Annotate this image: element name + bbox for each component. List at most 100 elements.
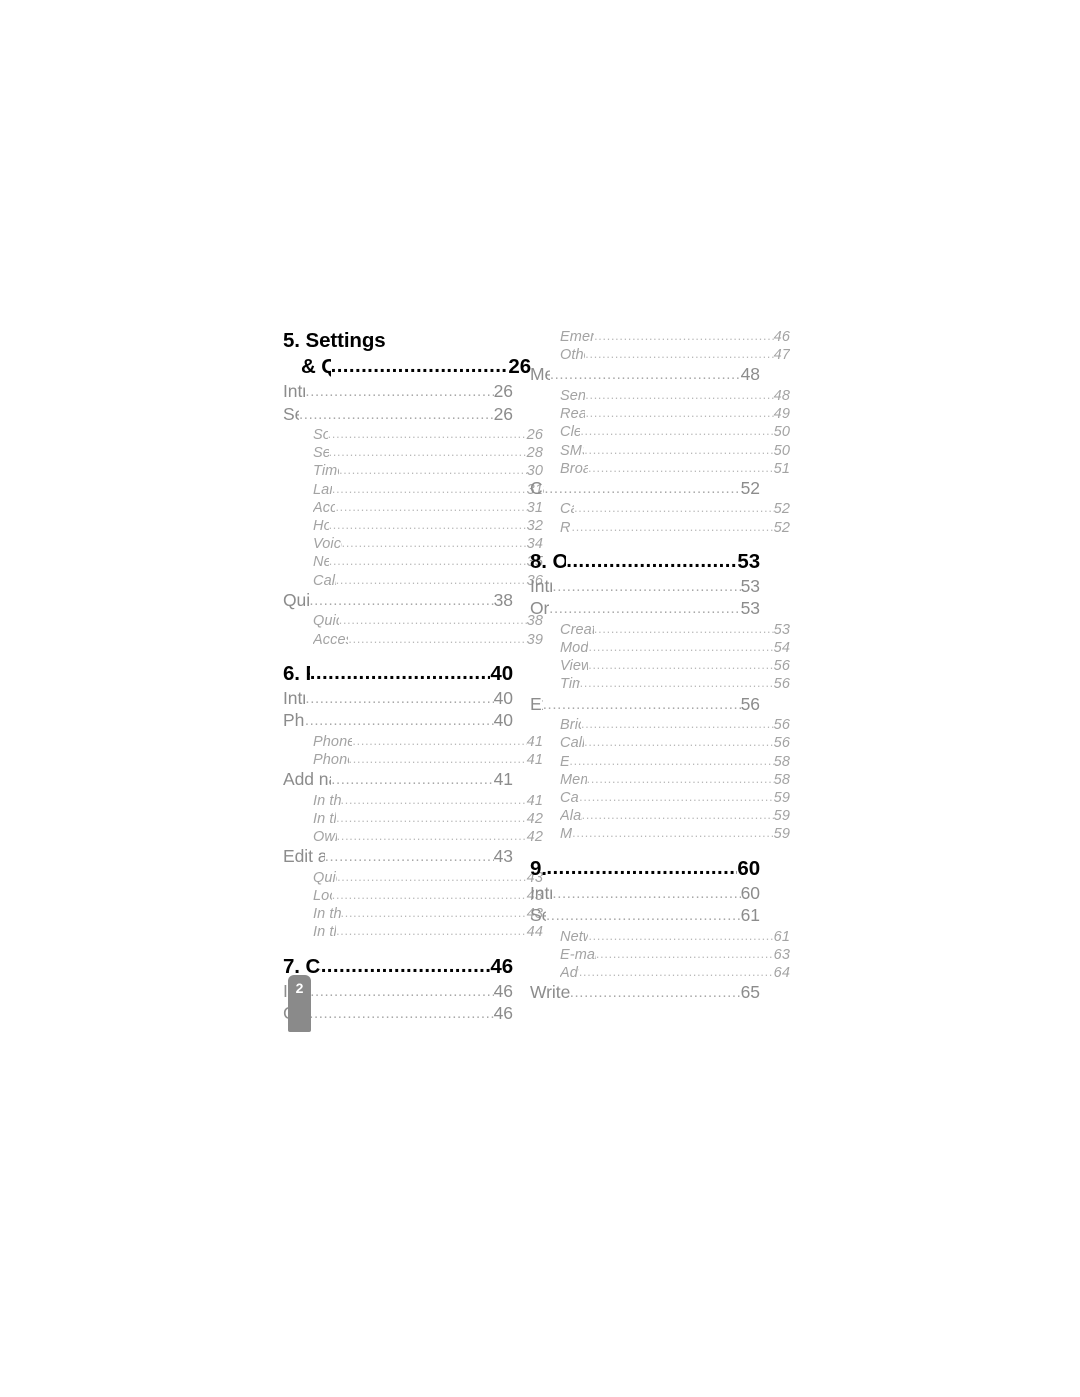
toc-entry-level-1[interactable]: Introduction............................… <box>530 883 760 906</box>
toc-entry-level-2[interactable]: Sounds..................................… <box>283 426 543 444</box>
toc-entry-page-number: 60 <box>737 856 760 880</box>
toc-entry-level-0[interactable]: 8. Organiser & Extras...................… <box>530 549 760 575</box>
toc-entry-level-2[interactable]: Phonebook in phone......................… <box>283 751 543 769</box>
toc-entry-page-number: 47 <box>773 347 790 364</box>
toc-entry-level-2[interactable]: Call counters...........................… <box>530 734 790 752</box>
toc-entry-level-1[interactable]: Quick settings..........................… <box>283 590 513 613</box>
toc-entry-label: SMS settings <box>560 442 584 459</box>
toc-entry-level-2[interactable]: Call settings...........................… <box>283 572 543 590</box>
toc-leader-dots: ........................................… <box>348 631 526 646</box>
toc-entry-level-1[interactable]: Extras..................................… <box>530 694 760 717</box>
toc-entry-level-2[interactable]: Euro....................................… <box>530 753 790 771</box>
toc-entry-level-2[interactable]: Memory status...........................… <box>530 771 790 789</box>
toc-entry-level-2[interactable]: In the SIM card.........................… <box>283 905 543 923</box>
toc-entry-level-2[interactable]: Brick game..............................… <box>530 716 790 734</box>
toc-entry-level-1[interactable]: Messages................................… <box>530 364 760 387</box>
toc-entry-level-2[interactable]: Own number..............................… <box>283 828 543 846</box>
toc-entry-label: E-mail server access <box>560 946 596 963</box>
toc-entry-level-2[interactable]: Call list...............................… <box>530 500 790 518</box>
toc-entry-label: 9. E-mail <box>530 856 547 880</box>
toc-entry-level-1[interactable]: Settings................................… <box>283 404 513 427</box>
toc-entry-label: & Quick Settings <box>301 355 331 378</box>
toc-entry-level-0-continuation[interactable]: & Quick Settings........................… <box>283 354 531 380</box>
toc-entry-level-2[interactable]: Read an SMS.............................… <box>530 405 790 423</box>
toc-entry-level-2[interactable]: Accessories settings....................… <box>283 631 543 649</box>
toc-entry-level-2[interactable]: Accessories.............................… <box>283 499 543 517</box>
toc-leader-dots: ........................................… <box>340 906 527 921</box>
toc-entry-level-2[interactable]: Views of events.........................… <box>530 657 790 675</box>
toc-entry-page-number: 50 <box>773 442 790 459</box>
toc-entry-level-2[interactable]: Quick settings..........................… <box>283 612 543 630</box>
toc-entry-label: Phonebook in phone <box>313 751 349 768</box>
toc-entry-level-0[interactable]: 7. Calls and messages...................… <box>283 954 513 980</box>
toc-leader-dots: ........................................… <box>309 1005 494 1023</box>
toc-entry-page-number: 56 <box>740 693 760 714</box>
toc-entry-page-number: 59 <box>773 789 790 806</box>
toc-entry-level-2[interactable]: Quick search............................… <box>283 869 543 887</box>
toc-entry-level-2[interactable]: Advanced................................… <box>530 964 790 982</box>
toc-entry-level-2[interactable]: Memo....................................… <box>530 825 790 843</box>
toc-entry-label: Quick settings <box>313 613 339 630</box>
toc-entry-level-2[interactable]: Alarm clock.............................… <box>530 807 790 825</box>
toc-entry-level-1[interactable]: Write and send e-mails..................… <box>530 982 760 1005</box>
toc-entry-level-2[interactable]: Language................................… <box>283 481 543 499</box>
toc-entry-level-2[interactable]: In the SIM card.........................… <box>283 792 543 810</box>
toc-entry-level-2[interactable]: E-mail server access....................… <box>530 946 790 964</box>
toc-entry-level-2[interactable]: Reset...................................… <box>530 519 790 537</box>
toc-entry-level-0[interactable]: 9. E-mail...............................… <box>530 856 760 882</box>
toc-entry-level-2[interactable]: Calculator..............................… <box>530 789 790 807</box>
toc-entry-level-1[interactable]: Call a number...........................… <box>283 1003 513 1026</box>
toc-entry-page-number: 26 <box>508 355 531 378</box>
toc-entry-page-number: 48 <box>740 364 760 385</box>
toc-entry-level-2[interactable]: Look for................................… <box>283 887 543 905</box>
toc-entry-label: Read an SMS <box>560 406 585 423</box>
toc-leader-dots: ........................................… <box>574 501 774 516</box>
toc-leader-dots: ........................................… <box>320 953 491 977</box>
toc-leader-dots: ........................................… <box>552 884 741 902</box>
toc-entry-level-2[interactable]: Hotkeys.................................… <box>283 517 543 535</box>
toc-entry-level-2[interactable]: Network.................................… <box>283 553 543 571</box>
toc-entry-level-1[interactable]: Call list...............................… <box>530 478 760 501</box>
toc-entry-level-0-title-line[interactable]: 5. Settings <box>283 328 513 354</box>
toc-entry-level-2[interactable]: Security................................… <box>283 444 543 462</box>
toc-leader-dots: ........................................… <box>336 810 527 825</box>
toc-entry-label: Modify an event <box>560 640 589 657</box>
toc-entry-page-number: 26 <box>493 403 513 424</box>
toc-entry-level-1[interactable]: Phonebook...............................… <box>283 710 513 733</box>
toc-entry-label: Language <box>313 481 332 498</box>
toc-entry-page-number: 56 <box>773 658 790 675</box>
toc-leader-dots: ........................................… <box>546 907 741 925</box>
toc-entry-label: Advanced <box>560 964 579 981</box>
toc-entry-level-2[interactable]: Emergency number........................… <box>530 328 790 346</box>
toc-entry-level-2[interactable]: Time and date...........................… <box>283 462 543 480</box>
toc-entry-level-2[interactable]: Clear SMS...............................… <box>530 423 790 441</box>
toc-entry-level-2[interactable]: Create a new event......................… <box>530 621 790 639</box>
toc-entry-level-1[interactable]: Organiser...............................… <box>530 598 760 621</box>
toc-entry-page-number: 46 <box>490 954 513 978</box>
left-column: 5. Settings& Quick Settings.............… <box>283 328 543 1026</box>
toc-entry-level-2[interactable]: SMS settings............................… <box>530 442 790 460</box>
toc-entry-level-0[interactable]: 6. Phonebooks...........................… <box>283 661 513 687</box>
toc-entry-level-1[interactable]: Settings................................… <box>530 905 760 928</box>
toc-entry-level-2[interactable]: Voice command...........................… <box>283 535 543 553</box>
toc-entry-level-1[interactable]: Introduction............................… <box>283 381 513 404</box>
toc-entry-level-2[interactable]: Phonebook in SIM card...................… <box>283 733 543 751</box>
toc-entry-level-1[interactable]: Introduction............................… <box>530 576 760 599</box>
toc-entry-level-2[interactable]: Network access..........................… <box>530 928 790 946</box>
toc-entry-level-2[interactable]: Other number............................… <box>530 346 790 364</box>
toc-entry-level-1[interactable]: Introduction............................… <box>283 688 513 711</box>
toc-entry-label: Network access <box>560 928 588 945</box>
toc-entry-level-2[interactable]: In the phone............................… <box>283 810 543 828</box>
toc-leader-dots: ........................................… <box>585 347 774 362</box>
toc-entry-level-1[interactable]: Introduction............................… <box>283 981 513 1004</box>
toc-entry-level-2[interactable]: Time zone...............................… <box>530 675 790 693</box>
toc-entry-level-1[interactable]: Add names in the phonebook..............… <box>283 769 513 792</box>
toc-entry-level-2[interactable]: In the phone............................… <box>283 923 543 941</box>
toc-entry-level-2[interactable]: Broadcast SMS...........................… <box>530 460 790 478</box>
toc-entry-level-1[interactable]: Edit and manage names...................… <box>283 846 513 869</box>
toc-leader-dots: ........................................… <box>340 792 527 807</box>
toc-leader-dots: ........................................… <box>588 460 774 475</box>
toc-entry-level-2[interactable]: Modify an event.........................… <box>530 639 790 657</box>
toc-entry-level-2[interactable]: Send an SMS.............................… <box>530 387 790 405</box>
toc-leader-dots: ........................................… <box>549 600 740 618</box>
